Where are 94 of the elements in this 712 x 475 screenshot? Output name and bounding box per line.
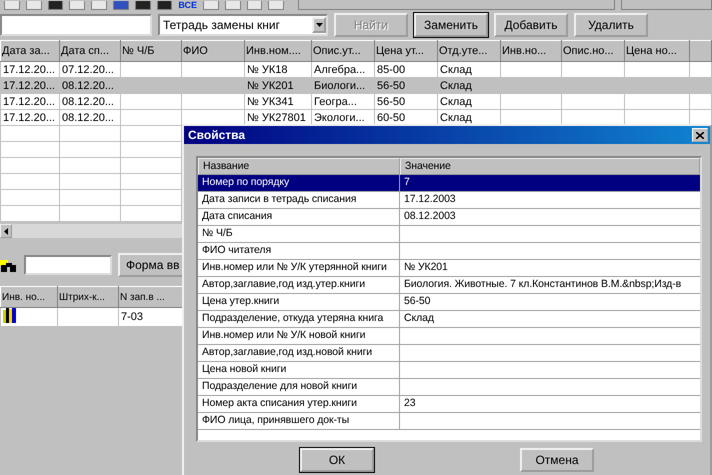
- column-header[interactable]: Дата сп...: [60, 40, 120, 62]
- show-all-button[interactable]: ВСЕ: [178, 1, 198, 10]
- column-header[interactable]: Название: [198, 158, 400, 175]
- property-name: Подразделение, откуда утеряна книга: [202, 312, 384, 324]
- property-name: Дата записи в тетрадь списания: [202, 193, 356, 205]
- toolbar-button[interactable]: Удалить: [574, 13, 648, 37]
- property-name: Цена утер.книги: [202, 295, 280, 307]
- column-header[interactable]: Дата за...: [0, 40, 60, 62]
- property-value: 23: [404, 397, 416, 409]
- scroll-left-icon[interactable]: [0, 224, 12, 238]
- toolbar-button[interactable]: Заменить: [414, 13, 488, 37]
- column-header[interactable]: Штрих-к...: [58, 286, 118, 308]
- column-header[interactable]: № Ч/Б: [120, 40, 182, 62]
- notebook-dropdown[interactable]: Тетрадь замены книг: [158, 14, 328, 36]
- property-value: 7: [404, 176, 410, 188]
- property-value: Биология. Животные. 7 кл.Константинов В.М.&nbsp;Изд-в: [404, 278, 682, 290]
- table-cell: Склад: [440, 80, 472, 92]
- property-name: Автор,заглавие,год изд.новой книги: [202, 346, 372, 358]
- property-value: № УК201: [404, 261, 448, 273]
- close-icon: [696, 132, 704, 138]
- table-row[interactable]: 17.12.20... 08.12.20... № УК201 Биологи... 56-50 Склад: [0, 78, 712, 94]
- property-row[interactable]: Номер акта списания утер.книги 23: [198, 396, 700, 413]
- column-header[interactable]: Отд.уте...: [438, 40, 500, 62]
- property-name: Номер по порядку: [202, 176, 290, 188]
- table-cell: Алгебра...: [314, 64, 366, 76]
- table-cell: № УК18: [247, 64, 288, 76]
- table-cell: 08.12.20...: [62, 112, 114, 124]
- table-cell: 56-50: [377, 80, 406, 92]
- property-value: 17.12.2003: [404, 193, 456, 205]
- property-value: Склад: [404, 312, 434, 324]
- property-row[interactable]: Цена утер.книги 56-50: [198, 294, 700, 311]
- column-header[interactable]: Инв.ном....: [244, 40, 312, 62]
- property-name: Цена новой книги: [202, 363, 286, 375]
- table-row[interactable]: 17.12.20... 08.12.20... № УК341 Геогра... 56-50 Склад: [0, 94, 712, 110]
- property-value: 56-50: [404, 295, 430, 307]
- table-cell: 60-50: [377, 112, 406, 124]
- table-cell: Склад: [440, 96, 472, 108]
- table-cell: № УК27801: [247, 112, 306, 124]
- search-field[interactable]: [0, 14, 152, 36]
- table-cell: 17.12.20...: [3, 80, 55, 92]
- property-row[interactable]: Подразделение для новой книги: [198, 379, 700, 396]
- column-header[interactable]: Значение: [400, 158, 700, 175]
- table-cell: 7-03: [121, 311, 144, 323]
- table-cell: 17.12.20...: [3, 96, 55, 108]
- table-cell: 85-00: [377, 64, 406, 76]
- table-cell: 08.12.20...: [62, 80, 114, 92]
- property-row[interactable]: ФИО лица, принявшего док-ты: [198, 413, 700, 430]
- table-cell: 56-50: [377, 96, 406, 108]
- property-row[interactable]: Автор,заглавие,год изд.утер.книги Биология. Животные. 7 кл.Константинов В.М.&nbsp;Изд-в: [198, 277, 700, 294]
- table-cell: Геогра...: [314, 96, 357, 108]
- property-name: Номер акта списания утер.книги: [202, 397, 357, 409]
- table-cell: 07.12.20...: [62, 64, 114, 76]
- column-header[interactable]: Инв.но...: [500, 40, 562, 62]
- property-row[interactable]: № Ч/Б: [198, 226, 700, 243]
- property-name: № Ч/Б: [202, 227, 232, 239]
- column-header[interactable]: Цена ут...: [374, 40, 438, 62]
- property-name: Автор,заглавие,год изд.утер.книги: [202, 278, 365, 290]
- table-cell: Экологи...: [314, 112, 365, 124]
- column-header[interactable]: ФИО: [182, 40, 244, 62]
- property-name: Подразделение для новой книги: [202, 380, 358, 392]
- dialog-title: Свойства: [188, 128, 246, 142]
- table-cell: № УК341: [247, 96, 294, 108]
- dialog-button[interactable]: ОК: [300, 448, 374, 472]
- books-icon: [3, 308, 17, 323]
- property-name: Дата списания: [202, 210, 272, 222]
- column-header[interactable]: Цена но...: [624, 40, 690, 62]
- table-cell: Биологи...: [314, 80, 366, 92]
- property-row[interactable]: Цена новой книги: [198, 362, 700, 379]
- property-row[interactable]: Автор,заглавие,год изд.новой книги: [198, 345, 700, 362]
- table-cell: Склад: [440, 64, 472, 76]
- property-row[interactable]: Инв.номер или № У/К новой книги: [198, 328, 700, 345]
- dialog-button[interactable]: Отмена: [520, 448, 594, 472]
- table-row[interactable]: 17.12.20... 07.12.20... № УК18 Алгебра... 85-00 Склад: [0, 62, 712, 78]
- property-row[interactable]: Дата записи в тетрадь списания 17.12.2003: [198, 192, 700, 209]
- toolbar-button[interactable]: Добавить: [494, 13, 568, 37]
- table-cell: № УК201: [247, 80, 294, 92]
- property-row[interactable]: Инв.номер или № У/К утерянной книги № УК201: [198, 260, 700, 277]
- table-cell: 08.12.20...: [62, 96, 114, 108]
- property-name: Инв.номер или № У/К новой книги: [202, 329, 366, 341]
- search-field[interactable]: [24, 255, 112, 275]
- property-row[interactable]: Номер по порядку 7: [198, 175, 700, 192]
- property-value: 08.12.2003: [404, 210, 456, 222]
- column-header[interactable]: Инв. но...: [0, 286, 58, 308]
- column-header[interactable]: Опис.ут...: [312, 40, 374, 62]
- property-name: ФИО лица, принявшего док-ты: [202, 414, 350, 426]
- property-row[interactable]: ФИО читателя: [198, 243, 700, 260]
- property-row[interactable]: Дата списания 08.12.2003: [198, 209, 700, 226]
- property-row[interactable]: Подразделение, откуда утеряна книга Склад: [198, 311, 700, 328]
- property-name: ФИО читателя: [202, 244, 272, 256]
- table-cell: 17.12.20...: [3, 64, 55, 76]
- table-cell: 17.12.20...: [3, 112, 55, 124]
- column-header[interactable]: Опис.но...: [562, 40, 624, 62]
- table-cell: Склад: [440, 112, 472, 124]
- close-button[interactable]: [692, 128, 708, 142]
